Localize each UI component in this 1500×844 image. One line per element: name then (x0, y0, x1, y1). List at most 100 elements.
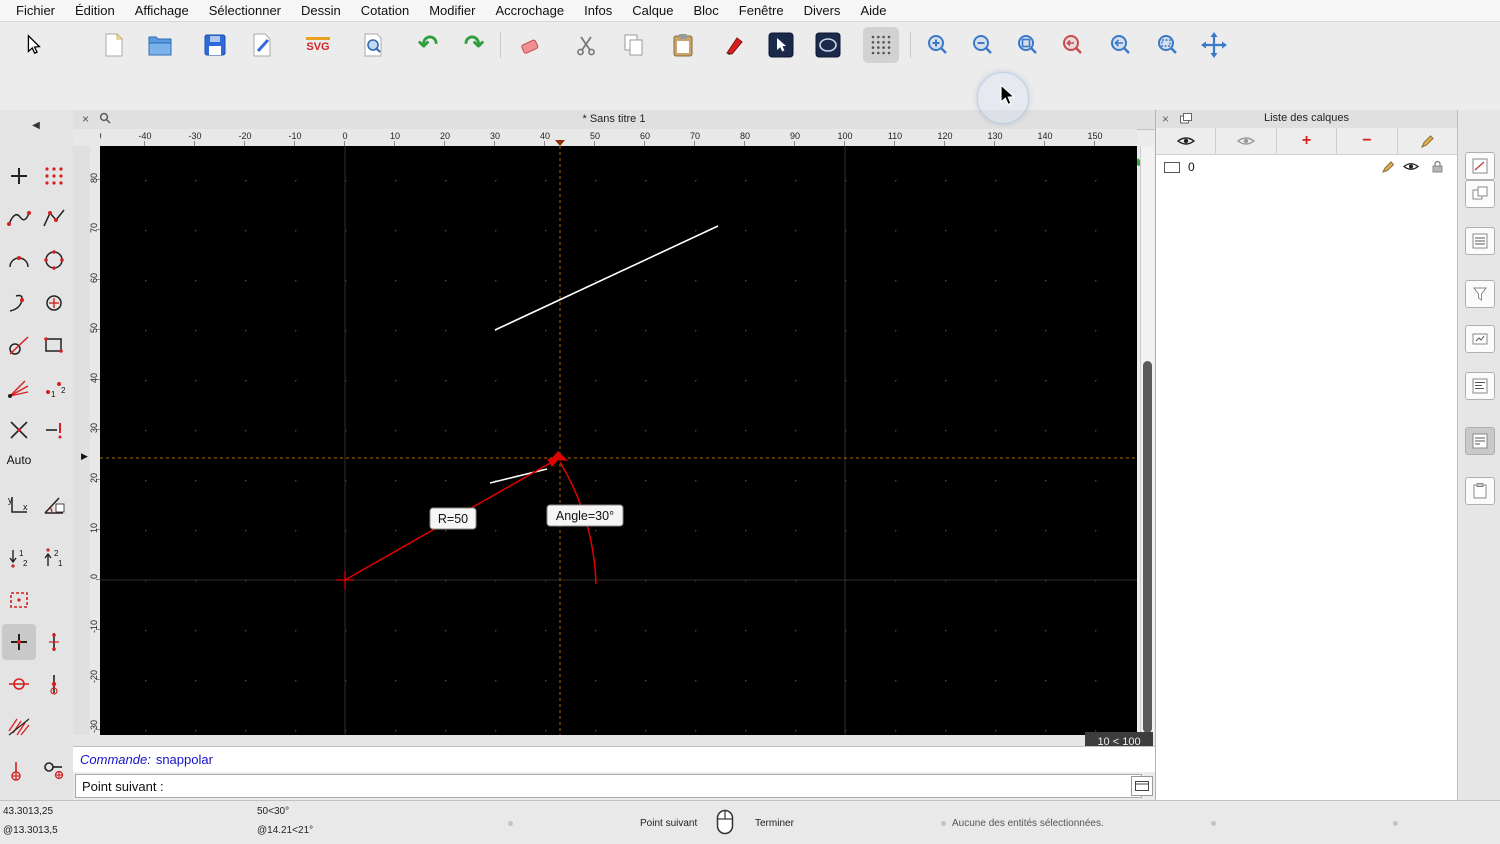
hide-all-layers-icon[interactable] (1216, 128, 1276, 154)
snap-center-icon[interactable] (37, 285, 71, 321)
delete-eraser-icon[interactable] (515, 29, 547, 61)
edit-layer-icon[interactable] (1398, 128, 1457, 154)
menu-fenetre[interactable]: Fenêtre (739, 3, 784, 18)
vruler-tick: 80 (90, 173, 99, 183)
snap-relative-icon[interactable] (2, 753, 36, 789)
grid-toggle-icon[interactable] (863, 27, 899, 63)
restrict-orthogonal-icon[interactable]: yx (2, 487, 36, 523)
abs-coordinates: 43.3013,25 (3, 806, 53, 817)
block-list-panel-icon[interactable] (1465, 152, 1495, 180)
menu-cotation[interactable]: Cotation (361, 3, 409, 18)
snap-endpoint-icon[interactable] (2, 200, 36, 236)
menu-calque[interactable]: Calque (632, 3, 673, 18)
layer-lock-icon[interactable] (1432, 160, 1443, 176)
cut-icon[interactable] (570, 29, 602, 61)
snap-point-active-icon[interactable] (2, 624, 36, 660)
lock-zero-icon[interactable] (37, 753, 71, 789)
snap-vertical-line-icon[interactable] (37, 624, 71, 660)
menu-bloc[interactable]: Bloc (693, 3, 718, 18)
snap-intersection-icon[interactable] (2, 370, 36, 406)
svg-export-icon[interactable]: SVG (302, 29, 334, 61)
snap-on-entity-icon[interactable] (37, 200, 71, 236)
snap-tangent-icon[interactable] (2, 285, 36, 321)
library-browser-panel-icon[interactable] (1465, 180, 1495, 208)
snap-arc-icon[interactable] (2, 242, 36, 278)
layer-panel-header: × Liste des calques (1156, 110, 1457, 129)
drawing-canvas[interactable]: R=50 Angle=30° (100, 146, 1137, 735)
save-icon[interactable] (199, 29, 231, 61)
zoom-out-icon[interactable] (967, 29, 999, 61)
hruler-tick: -20 (238, 131, 251, 141)
snap-perpendicular-icon[interactable] (2, 327, 36, 363)
menu-edition[interactable]: Édition (75, 3, 115, 18)
snap-reference-icon[interactable] (37, 327, 71, 363)
palette-collapse-icon[interactable]: ◀ (0, 120, 72, 131)
layer-edit-icon[interactable] (1382, 160, 1395, 176)
document-title: * Sans titre 1 (73, 113, 1155, 125)
clipboard-panel-icon[interactable] (1465, 477, 1495, 505)
filter-panel-icon[interactable] (1465, 280, 1495, 308)
selection-region-icon[interactable] (2, 582, 36, 618)
select-window-icon[interactable] (765, 29, 797, 61)
menu-accrochage[interactable]: Accrochage (495, 3, 564, 18)
set-relative-zero-icon[interactable]: 12 (2, 540, 36, 576)
snap-grid-icon[interactable] (37, 158, 71, 194)
vertical-scrollbar[interactable] (1140, 146, 1154, 735)
ellipse-tool-icon[interactable] (812, 29, 844, 61)
restrict-angle-icon[interactable] (37, 487, 71, 523)
new-document-icon[interactable] (98, 29, 130, 61)
scrollbar-thumb[interactable] (1143, 361, 1152, 733)
menu-divers[interactable]: Divers (804, 3, 841, 18)
menu-modifier[interactable]: Modifier (429, 3, 475, 18)
select-pointer-icon[interactable] (17, 29, 49, 61)
snap-auto-label[interactable]: Auto (2, 449, 36, 471)
radius-tooltip: R=50 (430, 508, 476, 529)
command-input[interactable] (75, 774, 1142, 798)
open-file-icon[interactable] (144, 29, 176, 61)
snap-circle-line-icon[interactable] (2, 666, 36, 702)
menu-fichier[interactable]: Fichier (16, 3, 55, 18)
redo-icon[interactable]: ↷ (458, 29, 490, 61)
vruler-tick: -30 (90, 720, 99, 733)
add-layer-icon[interactable]: + (1277, 128, 1337, 154)
vruler-position-marker: ▶ (81, 451, 88, 462)
restrict-nothing-icon[interactable] (2, 412, 36, 448)
layer-row-0[interactable]: 0 (1156, 156, 1457, 178)
status-dot (1393, 821, 1398, 826)
snap-circle-icon[interactable] (37, 242, 71, 278)
edit-drawing-icon[interactable] (246, 29, 278, 61)
view-panel-icon[interactable] (1465, 325, 1495, 353)
remove-layer-icon[interactable]: − (1337, 128, 1397, 154)
zoom-pan-left-icon[interactable] (1105, 29, 1137, 61)
lock-relative-zero-icon[interactable]: 21 (37, 540, 71, 576)
zoom-window-icon[interactable] (1152, 29, 1184, 61)
menu-dessin[interactable]: Dessin (301, 3, 341, 18)
zoom-in-icon[interactable] (922, 29, 954, 61)
snap-distance-icon[interactable]: 12 (37, 370, 71, 406)
property-editor-panel-icon[interactable] (1465, 372, 1495, 400)
toolbar-separator (910, 32, 911, 58)
print-preview-icon[interactable] (357, 29, 389, 61)
menu-infos[interactable]: Infos (584, 3, 612, 18)
copy-icon[interactable] (618, 29, 650, 61)
paste-icon[interactable] (667, 29, 699, 61)
layer-visible-icon[interactable] (1403, 161, 1419, 175)
layer-construction-checkbox[interactable] (1164, 162, 1180, 173)
menu-affichage[interactable]: Affichage (135, 3, 189, 18)
entity-list-panel-icon[interactable] (1465, 227, 1495, 255)
hatch-lines-icon[interactable] (2, 708, 36, 744)
undo-icon[interactable]: ↶ (412, 29, 444, 61)
command-widget-panel-icon[interactable] (1465, 427, 1495, 455)
dock-strip (1457, 110, 1500, 800)
snap-free-icon[interactable] (2, 158, 36, 194)
pen-draw-icon[interactable] (718, 29, 750, 61)
zoom-previous-icon[interactable] (1057, 29, 1089, 61)
pan-icon[interactable] (1198, 29, 1230, 61)
show-all-layers-icon[interactable] (1156, 128, 1216, 154)
menu-selectionner[interactable]: Sélectionner (209, 3, 281, 18)
command-widget-toggle-icon[interactable] (1131, 776, 1153, 796)
snap-point-on-line-icon[interactable] (37, 666, 71, 702)
snap-middle-icon[interactable] (37, 412, 71, 448)
zoom-auto-icon[interactable] (1012, 29, 1044, 61)
menu-aide[interactable]: Aide (860, 3, 886, 18)
